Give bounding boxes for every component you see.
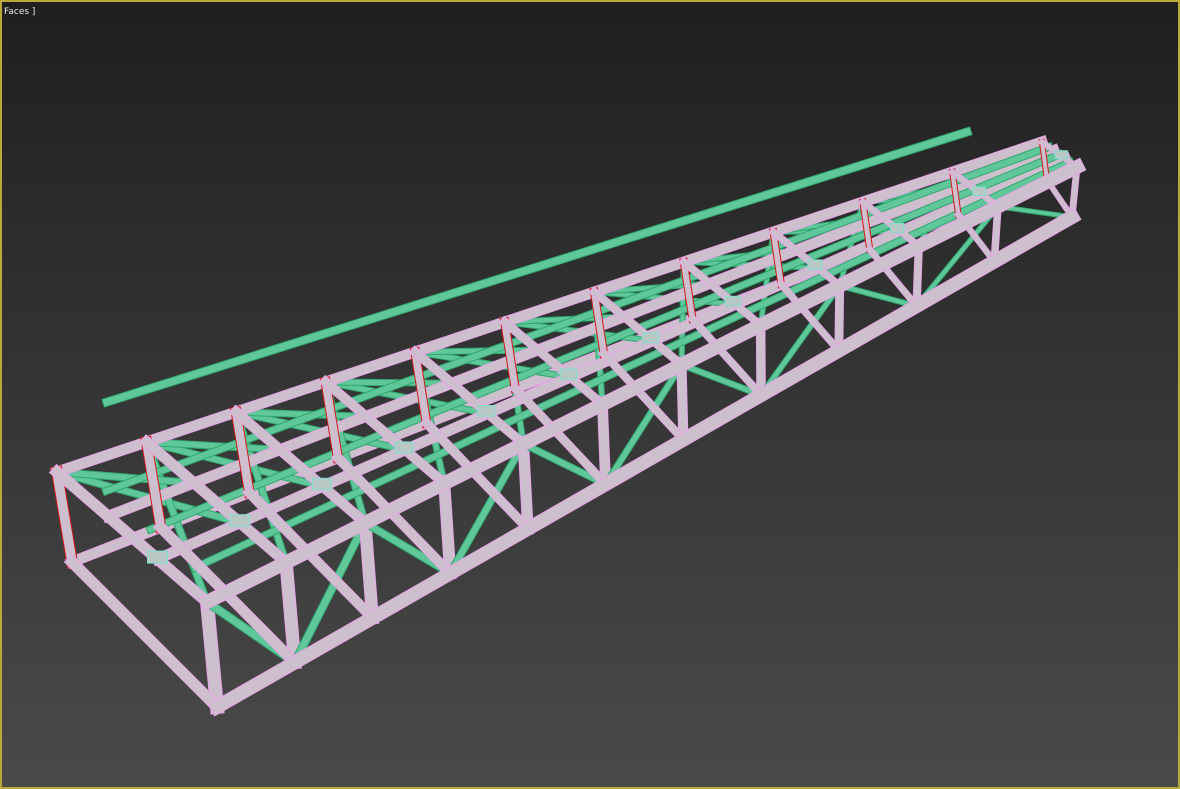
- truss-model[interactable]: [2, 2, 1180, 789]
- bearing-block: [972, 186, 987, 197]
- 3d-viewport[interactable]: Faces ]: [0, 0, 1180, 789]
- vertical-post: [834, 281, 845, 356]
- bearing-block: [147, 550, 168, 564]
- vertical-post: [676, 359, 689, 445]
- bearing-block: [394, 441, 414, 454]
- bearing-block: [724, 295, 741, 307]
- bearing-block: [889, 223, 905, 233]
- bearing-block: [642, 332, 659, 344]
- bearing-block: [312, 477, 332, 491]
- bottom-cross-beam: [63, 553, 226, 716]
- bearing-block: [807, 259, 823, 270]
- bearing-block: [477, 405, 496, 417]
- bearing-block: [1054, 150, 1068, 160]
- bearing-block: [229, 514, 250, 527]
- stringer-0: [189, 156, 1076, 574]
- top-diagonal-brace: [322, 378, 456, 387]
- vertical-post: [358, 516, 380, 625]
- side-diagonal-brace: [518, 438, 611, 490]
- vertical-post: [517, 437, 534, 535]
- bearing-block: [559, 368, 578, 380]
- vertical-post: [596, 398, 612, 490]
- vertical-post: [437, 476, 457, 580]
